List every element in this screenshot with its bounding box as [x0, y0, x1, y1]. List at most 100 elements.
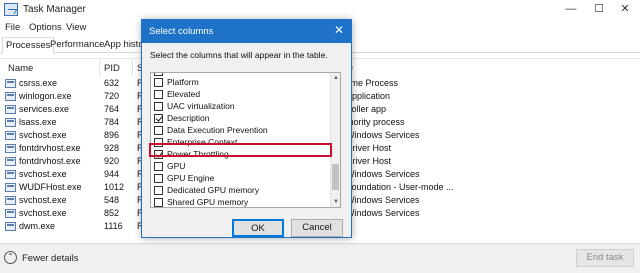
list-item-description[interactable]: Description — [153, 113, 329, 125]
column-header-name[interactable]: Name — [8, 63, 33, 74]
process-description: Windows Services — [346, 195, 420, 205]
process-pid: 1116 — [104, 221, 123, 231]
list-item-label: Description — [167, 113, 210, 123]
process-icon — [5, 79, 16, 88]
checkbox[interactable] — [154, 78, 163, 87]
process-icon — [5, 170, 16, 179]
cancel-button[interactable]: Cancel — [291, 219, 343, 237]
process-pid: 944 — [104, 169, 120, 179]
process-description: Windows Services — [346, 208, 420, 218]
checkbox[interactable] — [154, 114, 163, 123]
dialog-title-bar: Select columns ✕ — [142, 20, 351, 43]
process-icon — [5, 222, 16, 231]
dialog-close-icon[interactable]: ✕ — [331, 23, 347, 39]
checkbox[interactable] — [154, 90, 163, 99]
checkbox[interactable] — [154, 198, 163, 207]
process-icon — [5, 144, 16, 153]
process-pid: 928 — [104, 143, 120, 153]
list-item-label: Data Execution Prevention — [167, 125, 268, 135]
checkbox[interactable] — [154, 186, 163, 195]
process-name: winlogon.exe — [19, 91, 72, 101]
list-item-label: Dedicated GPU memory — [167, 185, 260, 195]
listbox-scrollbar[interactable]: ▲ ▼ — [330, 73, 340, 207]
list-item-label: Elevated — [167, 89, 201, 99]
process-pid: 720 — [104, 91, 120, 101]
columns-listbox[interactable]: Platform Elevated UAC virtualization Des… — [150, 72, 341, 208]
scroll-up-icon[interactable]: ▲ — [331, 73, 340, 83]
menu-file[interactable]: File — [5, 22, 20, 33]
list-item-gpu-engine[interactable]: GPU Engine — [153, 173, 329, 185]
menu-view[interactable]: View — [66, 22, 86, 33]
process-name: fontdrvhost.exe — [19, 143, 81, 153]
minimize-button[interactable]: — — [556, 0, 586, 20]
process-pid: 852 — [104, 208, 120, 218]
list-item-label: GPU Engine — [167, 173, 215, 183]
list-item-uac-virtualization[interactable]: UAC virtualization — [153, 101, 329, 113]
process-pid: 920 — [104, 156, 120, 166]
bottom-bar: ⌃ Fewer details End task — [0, 243, 640, 273]
process-icon — [5, 92, 16, 101]
close-button[interactable]: ✕ — [610, 0, 640, 20]
process-description: time Process — [346, 78, 399, 88]
list-item-dedicated-gpu-memory[interactable]: Dedicated GPU memory — [153, 185, 329, 197]
process-name: WUDFHost.exe — [19, 182, 82, 192]
list-item-platform[interactable]: Platform — [153, 77, 329, 89]
task-manager-app-icon — [4, 3, 18, 16]
list-item-label: GPU — [167, 161, 186, 171]
process-icon — [5, 118, 16, 127]
process-name: dwm.exe — [19, 221, 56, 231]
process-pid: 896 — [104, 130, 120, 140]
list-item-label: UAC virtualization — [167, 101, 235, 111]
list-item-gpu[interactable]: GPU — [153, 161, 329, 173]
process-name: services.exe — [19, 104, 70, 114]
checkbox[interactable] — [154, 174, 163, 183]
column-separator[interactable] — [132, 60, 133, 76]
process-description: Foundation - User-mode ... — [346, 182, 454, 192]
window-title: Task Manager — [23, 4, 86, 15]
process-name: csrss.exe — [19, 78, 58, 88]
list-item-elevated[interactable]: Elevated — [153, 89, 329, 101]
process-name: svchost.exe — [19, 195, 67, 205]
tab-performance[interactable]: Performance — [50, 39, 104, 50]
checkbox[interactable] — [154, 126, 163, 135]
title-bar: Task Manager — ☐ ✕ — [0, 0, 640, 20]
process-pid: 784 — [104, 117, 120, 127]
power-throttling-highlight — [149, 143, 332, 157]
select-columns-dialog: Select columns ✕ Select the columns that… — [141, 19, 352, 238]
scroll-down-icon[interactable]: ▼ — [331, 197, 340, 207]
process-description: Driver Host — [346, 143, 392, 153]
process-pid: 632 — [104, 78, 120, 88]
process-description: troller app — [346, 104, 387, 114]
dialog-title: Select columns — [149, 26, 214, 37]
fewer-details-link[interactable]: Fewer details — [22, 253, 79, 264]
checkbox[interactable] — [154, 162, 163, 171]
list-item-data-execution-prevention[interactable]: Data Execution Prevention — [153, 125, 329, 137]
process-description: Application — [346, 91, 391, 101]
dialog-prompt: Select the columns that will appear in t… — [150, 50, 328, 60]
process-icon — [5, 131, 16, 140]
list-item-shared-gpu-memory[interactable]: Shared GPU memory — [153, 197, 329, 207]
process-description: Windows Services — [346, 130, 420, 140]
process-name: svchost.exe — [19, 169, 67, 179]
list-item-label: Shared GPU memory — [167, 197, 249, 207]
menu-options[interactable]: Options — [29, 22, 62, 33]
process-description: Driver Host — [346, 156, 392, 166]
process-pid: 764 — [104, 104, 120, 114]
scroll-thumb[interactable] — [332, 164, 339, 190]
ok-button[interactable]: OK — [232, 219, 284, 237]
column-header-pid[interactable]: PID — [104, 63, 120, 74]
chevron-up-icon[interactable]: ⌃ — [4, 251, 17, 264]
tab-processes[interactable]: Processes — [2, 37, 55, 54]
process-pid: 548 — [104, 195, 120, 205]
process-name: fontdrvhost.exe — [19, 156, 81, 166]
end-task-button[interactable]: End task — [576, 249, 634, 267]
process-pid: 1012 — [104, 182, 125, 192]
column-separator[interactable] — [99, 60, 100, 76]
process-icon — [5, 157, 16, 166]
checkbox[interactable] — [154, 73, 163, 76]
process-icon — [5, 183, 16, 192]
process-name: svchost.exe — [19, 130, 67, 140]
checkbox[interactable] — [154, 102, 163, 111]
process-icon — [5, 209, 16, 218]
process-icon — [5, 105, 16, 114]
